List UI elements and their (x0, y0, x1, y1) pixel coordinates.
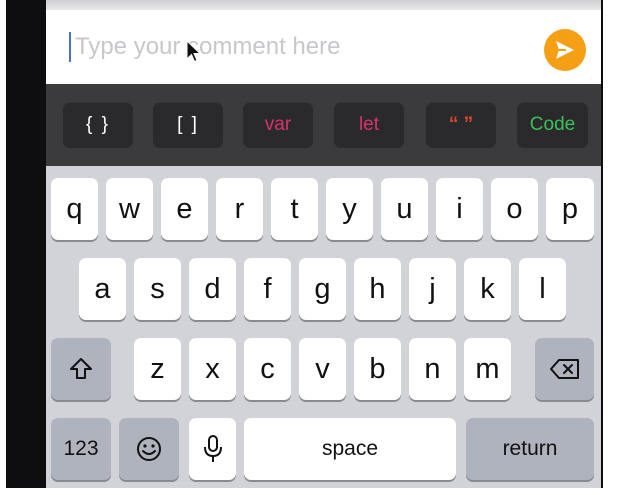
key-t[interactable]: t (271, 178, 318, 240)
delete-key[interactable] (535, 338, 594, 400)
code-toolbar: { } [ ] var let “ ” Code (46, 84, 601, 166)
key-j[interactable]: j (409, 258, 456, 320)
delete-icon (549, 359, 579, 379)
quotes-label: “ ” (448, 114, 474, 135)
key-p[interactable]: p (546, 178, 594, 240)
emoji-key[interactable] (119, 418, 179, 480)
shift-icon (70, 358, 92, 379)
curly-braces-button[interactable]: { } (63, 102, 133, 148)
key-k[interactable]: k (464, 258, 511, 320)
bottom-margin (0, 488, 627, 495)
key-m[interactable]: m (464, 338, 511, 400)
emoji-icon (137, 437, 161, 461)
key-i[interactable]: i (436, 178, 483, 240)
key-a[interactable]: a (79, 258, 126, 320)
send-button[interactable] (544, 29, 586, 71)
mouse-pointer-icon (186, 40, 202, 63)
let-label: let (358, 114, 380, 135)
code-label: Code (529, 114, 576, 135)
comment-input[interactable] (73, 24, 527, 70)
key-w[interactable]: w (106, 178, 153, 240)
key-y[interactable]: y (326, 178, 373, 240)
key-d[interactable]: d (189, 258, 236, 320)
previous-comment-strip (46, 0, 601, 10)
curly-braces-label: { } (86, 114, 110, 135)
shift-key[interactable] (51, 338, 111, 400)
key-u[interactable]: u (381, 178, 428, 240)
var-label: var (264, 114, 292, 135)
let-button[interactable]: let (334, 102, 404, 148)
keyboard: q w e r t y u i o p a s d f g h j k l z … (46, 166, 601, 488)
var-button[interactable]: var (243, 102, 313, 148)
key-o[interactable]: o (491, 178, 538, 240)
comment-bar (46, 10, 601, 84)
key-e[interactable]: e (161, 178, 208, 240)
key-s[interactable]: s (134, 258, 181, 320)
key-q[interactable]: q (51, 178, 98, 240)
key-x[interactable]: x (189, 338, 236, 400)
numbers-key[interactable]: 123 (51, 418, 111, 480)
key-l[interactable]: l (519, 258, 566, 320)
key-h[interactable]: h (354, 258, 401, 320)
key-z[interactable]: z (134, 338, 181, 400)
key-v[interactable]: v (299, 338, 346, 400)
return-key[interactable]: return (466, 418, 594, 480)
microphone-icon (203, 435, 222, 462)
square-brackets-label: [ ] (177, 114, 199, 135)
phone-screen: { } [ ] var let “ ” Code q w e r t y u i… (6, 0, 603, 488)
quotes-button[interactable]: “ ” (426, 102, 496, 148)
key-g[interactable]: g (299, 258, 346, 320)
dictation-key[interactable] (189, 418, 236, 480)
key-f[interactable]: f (244, 258, 291, 320)
code-button[interactable]: Code (517, 102, 588, 148)
key-b[interactable]: b (354, 338, 401, 400)
key-r[interactable]: r (216, 178, 263, 240)
key-c[interactable]: c (244, 338, 291, 400)
paper-plane-icon (556, 41, 574, 59)
text-caret (69, 32, 71, 62)
key-n[interactable]: n (409, 338, 456, 400)
space-key[interactable]: space (244, 418, 456, 480)
square-brackets-button[interactable]: [ ] (153, 102, 223, 148)
